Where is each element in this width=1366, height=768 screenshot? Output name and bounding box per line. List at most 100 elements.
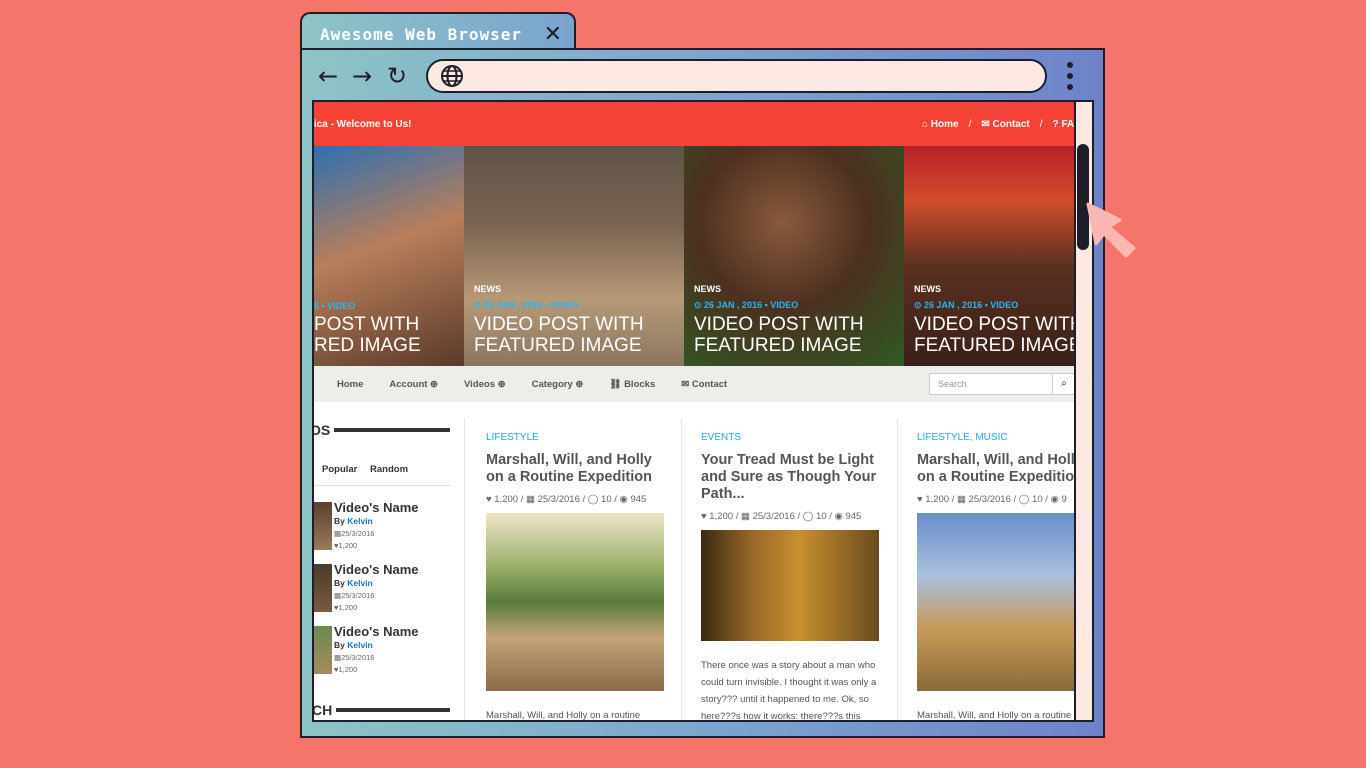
welcome-text: rica - Welcome to Us!: [314, 118, 412, 130]
website: rica - Welcome to Us! ⌂ Home / ✉ Contact…: [314, 102, 1076, 722]
video-author: By Kelvin: [334, 516, 373, 526]
slide-meta: 6 ▪ VIDEO: [314, 301, 356, 311]
slide-title: FEATURED IMAGE: [474, 335, 642, 356]
sidebar-tabs: Popular Random: [322, 464, 464, 475]
menu-videos[interactable]: Videos ⊕: [464, 379, 506, 390]
sidebar-heading: OS: [314, 422, 464, 438]
video-date: ▦25/3/2016: [334, 529, 375, 538]
menu-category[interactable]: Category ⊕: [532, 379, 584, 390]
post-image[interactable]: [701, 530, 879, 641]
author-link[interactable]: Kelvin: [347, 578, 373, 588]
address-bar[interactable]: [426, 59, 1047, 93]
video-date: ▦25/3/2016: [334, 653, 375, 662]
video-thumbnail: [314, 626, 332, 674]
video-thumbnail: [314, 564, 332, 612]
slide-title: VIDEO POST WITH: [914, 314, 1076, 335]
post-title[interactable]: Marshall, Will, and Holly on a Routine E…: [917, 452, 1076, 486]
video-item[interactable]: Video's Name By Kelvin ▦25/3/2016 ♥1,200: [314, 618, 464, 680]
video-author-prefix: By: [334, 640, 348, 650]
video-author-prefix: By: [334, 578, 348, 588]
featured-slider: 6 ▪ VIDEO POST WITH RED IMAGE NEWS ⊙ 26 …: [314, 146, 1076, 366]
slide-title: VIDEO POST WITH: [474, 314, 644, 335]
post-category[interactable]: EVENTS: [701, 432, 881, 443]
web-viewport: rica - Welcome to Us! ⌂ Home / ✉ Contact…: [312, 100, 1094, 722]
video-likes: ♥1,200: [334, 541, 358, 550]
post-stats: ♥ 1,200 / ▦ 25/3/2016 / ◯ 10 / ◉ 945: [486, 494, 647, 505]
post-card[interactable]: LIFESTYLE, MUSIC Marshall, Will, and Hol…: [917, 432, 1076, 721]
slide-meta: ⊙ 26 JAN , 2016 ▪ VIDEO: [694, 300, 799, 310]
slide-title: FEATURED IMAGE: [694, 335, 862, 356]
slide-4[interactable]: NEWS ⊙ 26 JAN , 2016 ▪ VIDEO VIDEO POST …: [904, 146, 1076, 366]
menu-contact[interactable]: ✉ Contact: [681, 379, 727, 390]
post-image[interactable]: [486, 513, 664, 691]
slide-title: RED IMAGE: [314, 335, 421, 356]
browser-window: ← → ↻ rica - Welcome to Us! ⌂ Home / ✉ C…: [300, 48, 1105, 738]
slide-3[interactable]: NEWS ⊙ 26 JAN , 2016 ▪ VIDEO VIDEO POST …: [684, 146, 904, 366]
search-icon[interactable]: ⌕: [1052, 373, 1076, 395]
slide-meta: ⊙ 26 JAN , 2016 ▪ VIDEO: [474, 300, 579, 310]
post-title[interactable]: Marshall, Will, and Holly on a Routine E…: [486, 452, 666, 486]
menu-account[interactable]: Account ⊕: [389, 379, 438, 390]
forward-arrow-icon[interactable]: →: [352, 62, 372, 90]
post-excerpt: Marshall, Will, and Holly on a routine: [486, 710, 641, 721]
author-link[interactable]: Kelvin: [347, 516, 373, 526]
video-name: Video's Name: [334, 624, 419, 639]
video-item[interactable]: Video's Name By Kelvin ▦25/3/2016 ♥1,200: [314, 556, 464, 618]
video-item[interactable]: Video's Name By Kelvin ▦25/3/2016 ♥1,200: [314, 494, 464, 556]
tab-popular[interactable]: Popular: [322, 464, 357, 475]
slide-title: VIDEO POST WITH: [694, 314, 864, 335]
globe-icon: [441, 65, 463, 87]
top-link-contact[interactable]: ✉ Contact: [981, 119, 1029, 130]
slide-1[interactable]: 6 ▪ VIDEO POST WITH RED IMAGE: [314, 146, 464, 366]
slide-2[interactable]: NEWS ⊙ 26 JAN , 2016 ▪ VIDEO VIDEO POST …: [464, 146, 684, 366]
separator: /: [968, 118, 972, 130]
post-category[interactable]: LIFESTYLE, MUSIC: [917, 432, 1076, 443]
top-link-home[interactable]: ⌂ Home: [922, 119, 959, 130]
pointer-cursor-icon: [1086, 202, 1136, 258]
back-arrow-icon[interactable]: ←: [318, 62, 338, 90]
video-name: Video's Name: [334, 562, 419, 577]
post-image[interactable]: [917, 513, 1076, 691]
sidebar-heading-search-text: CH: [314, 702, 333, 718]
sidebar: OS Popular Random Video's Name By Kelvin…: [314, 422, 464, 680]
video-author: By Kelvin: [334, 578, 373, 588]
slide-title: FEATURED IMAGE: [914, 335, 1076, 356]
post-stats: ♥ 1,200 / ▦ 25/3/2016 / ◯ 10 / ◉ 945: [701, 511, 862, 522]
video-thumbnail: [314, 502, 332, 550]
video-likes: ♥1,200: [334, 665, 358, 674]
site-menu: Home Account ⊕ Videos ⊕ Category ⊕ ⛓ Blo…: [314, 366, 1076, 402]
separator: /: [1039, 118, 1043, 130]
sidebar-heading-text: OS: [314, 422, 331, 438]
slide-meta: ⊙ 26 JAN , 2016 ▪ VIDEO: [914, 300, 1019, 310]
video-name: Video's Name: [334, 500, 419, 515]
scrollbar[interactable]: [1074, 102, 1092, 720]
post-category[interactable]: LIFESTYLE: [486, 432, 666, 443]
post-stats: ♥ 1,200 / ▦ 25/3/2016 / ◯ 10 / ◉ 9: [917, 494, 1067, 505]
close-icon[interactable]: ✕: [544, 22, 562, 47]
top-link-contact-label: Contact: [992, 118, 1030, 130]
tab-title: Awesome Web Browser: [320, 24, 523, 44]
kebab-menu-icon[interactable]: [1067, 62, 1073, 95]
slide-title: POST WITH: [314, 314, 420, 335]
author-link[interactable]: Kelvin: [347, 640, 373, 650]
menu-blocks[interactable]: ⛓ Blocks: [609, 379, 655, 390]
slide-category: NEWS: [694, 284, 721, 294]
top-link-faq[interactable]: ? FAQ: [1053, 119, 1076, 130]
video-likes: ♥1,200: [334, 603, 358, 612]
post-card[interactable]: EVENTS Your Tread Must be Light and Sure…: [701, 432, 881, 722]
video-author-prefix: By: [334, 516, 348, 526]
post-card[interactable]: LIFESTYLE Marshall, Will, and Holly on a…: [486, 432, 666, 721]
post-title[interactable]: Your Tread Must be Light and Sure as Tho…: [701, 452, 881, 503]
top-link-home-label: Home: [930, 118, 959, 130]
site-search-input[interactable]: Search: [929, 373, 1053, 395]
tab-random[interactable]: Random: [370, 464, 408, 475]
post-excerpt: There once was a story about a man who c…: [701, 660, 877, 722]
slide-category: NEWS: [474, 284, 501, 294]
video-author: By Kelvin: [334, 640, 373, 650]
reload-icon[interactable]: ↻: [387, 62, 407, 90]
video-date: ▦25/3/2016: [334, 591, 375, 600]
site-topbar: rica - Welcome to Us! ⌂ Home / ✉ Contact…: [314, 102, 1076, 146]
sidebar-heading-search: CH: [314, 702, 464, 718]
menu-home[interactable]: Home: [337, 379, 363, 390]
post-excerpt: Marshall, Will, and Holly on a routine: [917, 710, 1072, 721]
